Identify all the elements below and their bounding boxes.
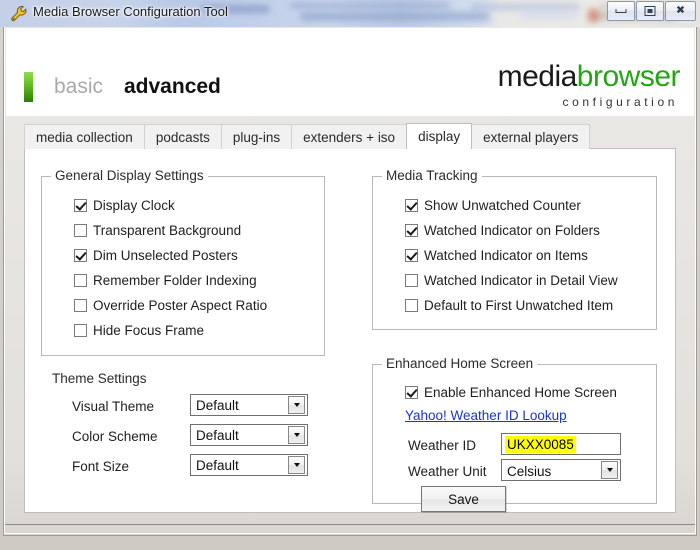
checkbox-label: Override Poster Aspect Ratio (93, 298, 268, 313)
checkbox-hide-focus-frame[interactable]: Hide Focus Frame (74, 323, 204, 338)
accent-bar (24, 72, 33, 102)
close-icon: ✖ (675, 4, 686, 17)
checkbox-dim-unselected-posters[interactable]: Dim Unselected Posters (74, 248, 238, 263)
app-logo: mediabrowser configuration (497, 60, 681, 110)
close-button[interactable]: ✖ (665, 1, 696, 21)
dialog-surface: basic advanced mediabrowser configuratio… (3, 27, 697, 536)
tab-podcasts[interactable]: podcasts (143, 124, 222, 149)
restore-icon (644, 6, 656, 16)
background-blur-artifact (520, 8, 578, 20)
logo-media-text: media (497, 60, 578, 93)
dropdown-font-size[interactable]: Default (190, 454, 308, 476)
dropdown-visual-theme[interactable]: Default (190, 394, 308, 416)
checkbox-label: Transparent Background (93, 223, 242, 238)
footer-divider (5, 524, 695, 525)
checkbox-remember-folder-indexing[interactable]: Remember Folder Indexing (74, 273, 257, 288)
input-weather-id[interactable]: UKXX0085 (501, 433, 621, 455)
checkbox-icon (74, 324, 87, 337)
checkbox-icon (405, 249, 418, 262)
dropdown-color-scheme[interactable]: Default (190, 424, 308, 446)
checkbox-icon (405, 224, 418, 237)
minimize-button[interactable] (607, 1, 635, 21)
checkbox-icon (74, 274, 87, 287)
group-title-enhanced-home-screen: Enhanced Home Screen (382, 356, 538, 371)
checkbox-icon (74, 224, 87, 237)
window-body: basic advanced mediabrowser configuratio… (0, 27, 700, 550)
label-weather-unit: Weather Unit (408, 464, 487, 479)
checkbox-enable-enhanced-home-screen[interactable]: Enable Enhanced Home Screen (405, 385, 617, 400)
checkbox-icon (74, 249, 87, 262)
window-controls: ✖ (607, 1, 696, 21)
tab-plug-ins[interactable]: plug-ins (220, 124, 293, 149)
checkbox-icon (405, 299, 418, 312)
label-color-scheme: Color Scheme (72, 429, 158, 444)
chevron-down-icon[interactable] (288, 456, 305, 474)
tab-bar: media collection podcasts plug-ins exten… (24, 123, 591, 150)
group-enhanced-home-screen: Enhanced Home Screen Enable Enhanced Hom… (372, 356, 657, 512)
group-general-display-settings: General Display Settings Display Clock T… (41, 168, 325, 356)
title-bar[interactable]: Media Browser Configuration Tool ✖ (0, 0, 700, 27)
tab-extenders-iso[interactable]: extenders + iso (291, 124, 408, 149)
save-button[interactable]: Save (421, 486, 506, 512)
label-visual-theme: Visual Theme (72, 399, 155, 414)
minimize-icon (615, 9, 627, 13)
checkbox-transparent-background[interactable]: Transparent Background (74, 223, 241, 238)
wrench-icon (10, 5, 28, 23)
group-media-tracking: Media Tracking Show Unwatched Counter Wa… (372, 168, 657, 330)
logo-browser-text: browser (576, 60, 681, 93)
chevron-down-icon[interactable] (601, 461, 618, 479)
mode-basic[interactable]: basic (54, 75, 103, 99)
checkbox-label: Show Unwatched Counter (424, 198, 581, 213)
tab-external-players[interactable]: external players (471, 124, 591, 149)
maximize-button[interactable] (636, 1, 664, 21)
checkbox-icon (405, 199, 418, 212)
background-blur-artifact (300, 12, 490, 21)
application-window: Media Browser Configuration Tool ✖ basic… (0, 0, 700, 550)
logo-subtitle: configuration (562, 95, 678, 109)
checkbox-label: Remember Folder Indexing (93, 273, 257, 288)
logo-wordmark: mediabrowser (497, 60, 681, 93)
dropdown-value: Default (196, 457, 239, 473)
checkbox-label: Default to First Unwatched Item (424, 298, 614, 313)
header-banner: basic advanced mediabrowser configuratio… (6, 28, 694, 116)
background-blur-artifact (290, 3, 450, 8)
checkbox-label: Hide Focus Frame (93, 323, 205, 338)
link-yahoo-weather-id-lookup[interactable]: Yahoo! Weather ID Lookup (405, 408, 567, 423)
checkbox-show-unwatched-counter[interactable]: Show Unwatched Counter (405, 198, 581, 213)
chevron-down-icon[interactable] (288, 426, 305, 444)
mode-advanced[interactable]: advanced (124, 75, 221, 99)
checkbox-label: Enable Enhanced Home Screen (424, 385, 617, 400)
theme-settings-title: Theme Settings (52, 371, 147, 386)
checkbox-default-to-first-unwatched-item[interactable]: Default to First Unwatched Item (405, 298, 613, 313)
window-title: Media Browser Configuration Tool (33, 4, 228, 19)
dropdown-value: Default (196, 397, 239, 413)
tab-media-collection[interactable]: media collection (24, 124, 145, 149)
label-weather-id: Weather ID (408, 438, 477, 453)
checkbox-label: Display Clock (93, 198, 175, 213)
checkbox-icon (74, 199, 87, 212)
checkbox-label: Watched Indicator on Items (424, 248, 588, 263)
checkbox-watched-indicator-in-detail-view[interactable]: Watched Indicator in Detail View (405, 273, 618, 288)
dropdown-weather-unit[interactable]: Celsius (501, 459, 621, 481)
checkbox-override-poster-aspect-ratio[interactable]: Override Poster Aspect Ratio (74, 298, 267, 313)
dropdown-value: Celsius (507, 464, 552, 479)
group-title-general: General Display Settings (51, 168, 208, 183)
checkbox-icon (405, 386, 418, 399)
tab-content-display: General Display Settings Display Clock T… (24, 148, 676, 513)
dropdown-value: Default (196, 427, 239, 443)
checkbox-icon (74, 299, 87, 312)
checkbox-watched-indicator-on-items[interactable]: Watched Indicator on Items (405, 248, 588, 263)
checkbox-label: Watched Indicator in Detail View (424, 273, 618, 288)
label-font-size: Font Size (72, 459, 130, 474)
checkbox-icon (405, 274, 418, 287)
tab-display[interactable]: display (406, 123, 473, 150)
checkbox-watched-indicator-on-folders[interactable]: Watched Indicator on Folders (405, 223, 600, 238)
weather-id-value: UKXX0085 (505, 435, 576, 453)
group-title-media-tracking: Media Tracking (382, 168, 482, 183)
checkbox-label: Dim Unselected Posters (93, 248, 238, 263)
background-blur-artifact (588, 9, 599, 22)
checkbox-label: Watched Indicator on Folders (424, 223, 600, 238)
chevron-down-icon[interactable] (288, 396, 305, 414)
checkbox-display-clock[interactable]: Display Clock (74, 198, 175, 213)
